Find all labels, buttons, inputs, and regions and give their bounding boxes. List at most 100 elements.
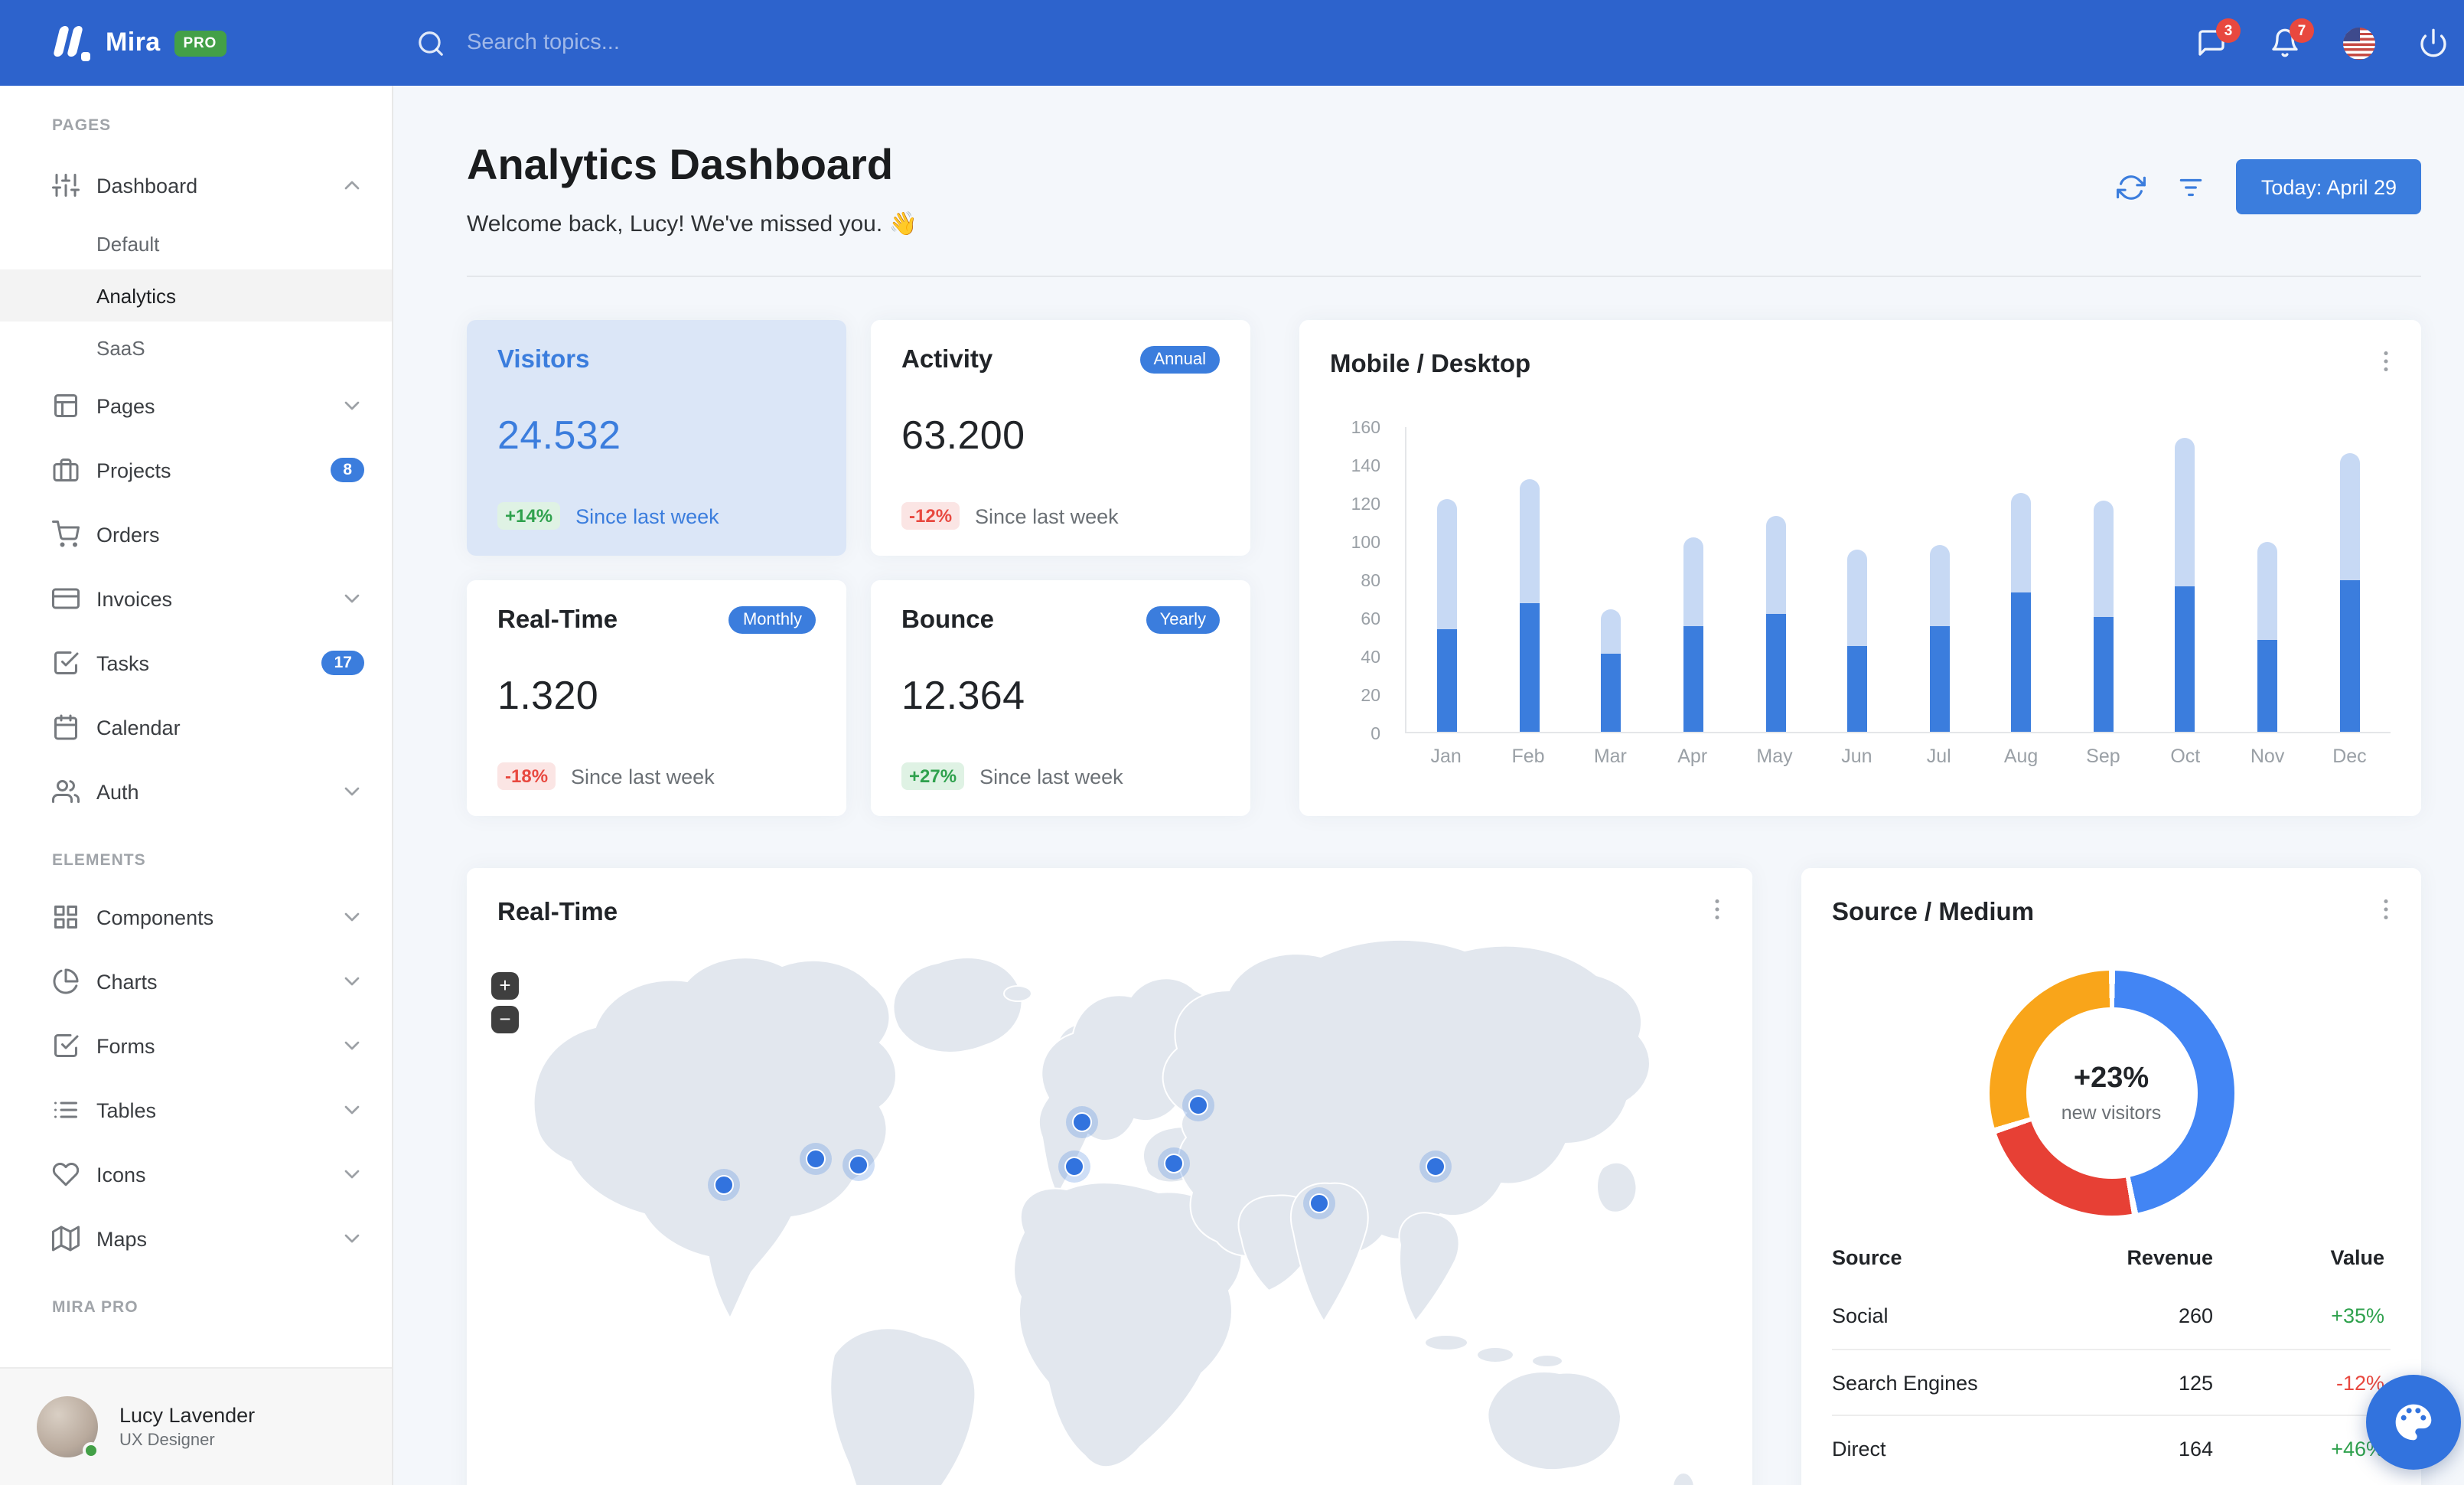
brand[interactable]: Mira PRO xyxy=(52,24,227,61)
map-marker[interactable] xyxy=(1158,1147,1190,1180)
sidebar-item-calendar[interactable]: Calendar xyxy=(0,695,392,759)
stat-title: Activity xyxy=(901,346,993,374)
more-vertical-icon[interactable] xyxy=(2372,348,2400,375)
stat-card-real-time: Real-Time Monthly 1.320 -18% Since last week xyxy=(467,580,846,817)
y-axis-tick: 120 xyxy=(1351,496,1380,515)
y-axis-tick: 140 xyxy=(1351,458,1380,477)
filter-icon[interactable] xyxy=(2177,172,2206,201)
bar-feb[interactable] xyxy=(1519,479,1540,733)
online-status-dot xyxy=(83,1442,99,1459)
map-zoom-out-button[interactable]: − xyxy=(491,1006,519,1034)
stat-value: 24.532 xyxy=(497,412,621,459)
map-marker[interactable] xyxy=(1182,1089,1214,1122)
stat-change-chip: -12% xyxy=(901,502,960,530)
chart-title: Mobile / Desktop xyxy=(1330,351,1531,379)
bar-jan[interactable] xyxy=(1437,498,1458,733)
search-icon xyxy=(416,28,445,57)
sidebar-item-orders[interactable]: Orders xyxy=(0,502,392,566)
sidebar-item-maps[interactable]: Maps xyxy=(0,1206,392,1271)
bar-dec[interactable] xyxy=(2339,452,2360,733)
x-axis-label: Mar xyxy=(1593,746,1627,768)
refresh-icon[interactable] xyxy=(2117,172,2146,201)
heart-icon xyxy=(52,1160,80,1188)
user-name: Lucy Lavender xyxy=(119,1404,256,1427)
bar-jul[interactable] xyxy=(1929,544,1950,733)
stat-period-badge[interactable]: Yearly xyxy=(1146,606,1220,635)
sidebar-item-projects[interactable]: Projects 8 xyxy=(0,438,392,502)
mira-logo-icon xyxy=(52,24,92,61)
chevron-down-icon xyxy=(340,586,364,611)
sidebar-item-label: Projects xyxy=(96,459,171,481)
map-marker[interactable] xyxy=(1303,1187,1335,1220)
source-medium-card: Source / Medium +23% new visitors Source… xyxy=(1801,868,2421,1485)
map-marker[interactable] xyxy=(800,1143,832,1176)
sidebar-count-badge: 17 xyxy=(321,651,364,675)
cell-source: Direct xyxy=(1832,1437,1886,1461)
sidebar-item-tables[interactable]: Tables xyxy=(0,1078,392,1142)
sidebar-item-forms[interactable]: Forms xyxy=(0,1013,392,1078)
sidebar-item-label: Dashboard xyxy=(96,174,198,197)
search-input[interactable] xyxy=(464,29,800,57)
bar-aug[interactable] xyxy=(2011,492,2032,733)
sign-out-button[interactable] xyxy=(2418,28,2449,58)
sidebar-item-pages[interactable]: Pages xyxy=(0,374,392,438)
sidebar-subitem-analytics[interactable]: Analytics xyxy=(0,269,392,321)
bar-jun[interactable] xyxy=(1847,550,1868,733)
map-marker[interactable] xyxy=(843,1149,875,1182)
sidebar-item-invoices[interactable]: Invoices xyxy=(0,566,392,631)
map-marker[interactable] xyxy=(708,1169,740,1202)
bar-apr[interactable] xyxy=(1683,537,1704,733)
stat-card-visitors: Visitors 24.532 +14% Since last week xyxy=(467,320,846,556)
stat-period-badge[interactable]: Annual xyxy=(1139,346,1220,374)
map-marker[interactable] xyxy=(1419,1150,1452,1183)
welcome-message: Welcome back, Lucy! We've missed you. 👋 xyxy=(467,211,917,238)
x-axis-label: Sep xyxy=(2086,746,2120,768)
pie-chart-icon xyxy=(52,968,80,995)
y-axis-tick: 160 xyxy=(1351,419,1380,439)
sidebar-item-label: Icons xyxy=(96,1163,146,1186)
sidebar-user[interactable]: Lucy Lavender UX Designer xyxy=(0,1367,392,1485)
stat-period-badge[interactable]: Monthly xyxy=(728,606,816,635)
sidebar-item-charts[interactable]: Charts xyxy=(0,949,392,1013)
bar-mar[interactable] xyxy=(1601,609,1621,733)
date-range-button[interactable]: Today: April 29 xyxy=(2236,159,2421,214)
col-header-revenue: Revenue xyxy=(2127,1245,2213,1269)
table-header-row: Source Revenue Value xyxy=(1832,1231,2391,1283)
sidebar-item-components[interactable]: Components xyxy=(0,885,392,949)
bar-nov[interactable] xyxy=(2257,542,2278,733)
navbar-search[interactable] xyxy=(416,0,800,86)
cell-source: Social xyxy=(1832,1304,1889,1328)
notifications-button[interactable]: 7 xyxy=(2270,18,2314,58)
language-flag-us[interactable] xyxy=(2343,27,2375,59)
stat-value: 1.320 xyxy=(497,672,599,719)
sidebar-item-icons[interactable]: Icons xyxy=(0,1142,392,1206)
notifications-count-badge: 7 xyxy=(2290,18,2314,43)
bar-may[interactable] xyxy=(1765,515,1786,733)
sidebar-item-dashboard[interactable]: Dashboard xyxy=(0,153,392,217)
sidebar-section-label-pages: PAGES xyxy=(52,116,112,135)
stat-change-chip: +27% xyxy=(901,762,965,791)
sidebar-subitem-default[interactable]: Default xyxy=(0,217,392,269)
cell-value: +35% xyxy=(2331,1304,2384,1328)
sidebar-subitem-saas[interactable]: SaaS xyxy=(0,321,392,374)
bar-sep[interactable] xyxy=(2093,500,2114,733)
top-navbar: Mira PRO 3 7 xyxy=(0,0,2464,86)
chevron-down-icon xyxy=(340,1162,364,1186)
map-marker[interactable] xyxy=(1066,1106,1098,1139)
cell-revenue: 125 xyxy=(2178,1371,2213,1395)
messages-button[interactable]: 3 xyxy=(2196,18,2241,58)
sidebar-item-auth[interactable]: Auth xyxy=(0,759,392,824)
bar-oct[interactable] xyxy=(2175,437,2195,733)
theme-settings-fab[interactable] xyxy=(2366,1375,2461,1470)
stat-change-chip: -18% xyxy=(497,762,556,791)
y-axis-tick: 0 xyxy=(1371,726,1380,745)
stat-title: Real-Time xyxy=(497,606,618,635)
map-zoom-in-button[interactable]: + xyxy=(491,972,519,1000)
stat-change-chip: +14% xyxy=(497,502,561,530)
map-marker[interactable] xyxy=(1058,1150,1090,1183)
sidebar-item-tasks[interactable]: Tasks 17 xyxy=(0,631,392,695)
cell-revenue: 260 xyxy=(2178,1304,2213,1328)
chevron-down-icon xyxy=(340,779,364,804)
more-vertical-icon[interactable] xyxy=(2372,896,2400,923)
sidebar-item-label: Forms xyxy=(96,1034,155,1057)
